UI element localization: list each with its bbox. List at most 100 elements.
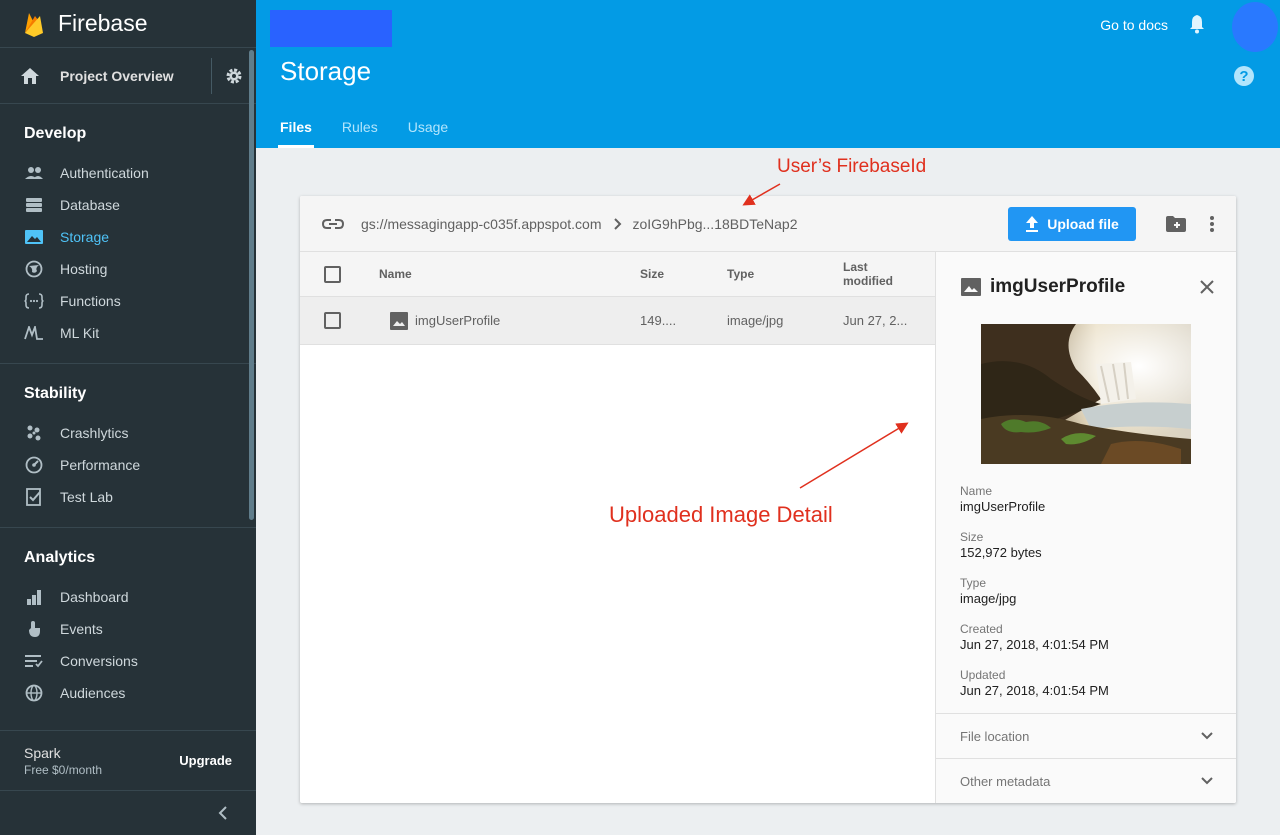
page-title: Storage <box>280 56 372 86</box>
file-modified: Jun 27, 2... <box>843 312 908 328</box>
other-metadata-expander[interactable]: Other metadata <box>936 758 1236 803</box>
firebase-logo-icon <box>25 12 43 37</box>
chevron-down-icon <box>1201 777 1213 785</box>
section-title-develop: Develop <box>24 125 87 142</box>
prop-size: Size 152,972 bytes <box>960 530 1109 560</box>
speedometer-icon <box>24 455 44 475</box>
sidebar-item-label: Dashboard <box>60 589 129 605</box>
user-avatar[interactable] <box>1232 2 1278 52</box>
notification-bell-icon[interactable] <box>1188 14 1206 39</box>
home-icon[interactable] <box>0 67 60 85</box>
sidebar-item-label: Functions <box>60 293 121 309</box>
tab-files[interactable]: Files <box>278 104 314 148</box>
detail-image-icon <box>961 278 981 296</box>
conversions-icon <box>24 651 44 671</box>
chevron-down-icon <box>1201 732 1213 740</box>
project-overview-link[interactable]: Project Overview <box>60 68 211 84</box>
prop-type: Type image/jpg <box>960 576 1109 606</box>
sidebar-item-label: Storage <box>60 229 110 245</box>
close-icon[interactable] <box>1200 280 1214 294</box>
more-vert-icon[interactable] <box>1210 215 1214 232</box>
prop-value: Jun 27, 2018, 4:01:54 PM <box>960 637 1109 652</box>
prop-name: Name imgUserProfile <box>960 484 1109 514</box>
table-header: Name Size Type Last modified <box>300 252 935 297</box>
sidebar-item-database[interactable]: Database <box>0 189 256 221</box>
folder-path-link[interactable]: zoIG9hPbg...18BDTeNap2 <box>632 216 797 232</box>
prop-updated: Updated Jun 27, 2018, 4:01:54 PM <box>960 668 1109 698</box>
people-icon <box>24 163 44 183</box>
touch-icon <box>24 619 44 639</box>
prop-key: Size <box>960 530 984 544</box>
analytics-section: Analytics Dashboard Events Conversions A… <box>0 528 256 723</box>
column-last-modified-line2: modified <box>843 274 893 288</box>
link-icon[interactable] <box>322 218 344 230</box>
bucket-path-link[interactable]: gs://messagingapp-c035f.appspot.com <box>361 216 601 232</box>
select-all-checkbox[interactable] <box>324 265 341 283</box>
sidebar-item-ml-kit[interactable]: ML Kit <box>0 317 256 349</box>
upload-file-button[interactable]: Upload file <box>1008 206 1136 241</box>
database-icon <box>24 195 44 215</box>
detail-title: imgUserProfile <box>990 276 1126 297</box>
bar-chart-icon <box>24 587 44 607</box>
sidebar-item-authentication[interactable]: Authentication <box>0 157 256 189</box>
row-checkbox[interactable] <box>324 312 341 329</box>
sidebar-item-functions[interactable]: Functions <box>0 285 256 317</box>
section-title-analytics: Analytics <box>24 549 96 566</box>
audiences-globe-icon <box>24 683 44 703</box>
sidebar-item-label: ML Kit <box>60 325 100 341</box>
sidebar-item-storage[interactable]: Storage <box>0 221 256 253</box>
prop-key: Updated <box>960 668 1006 682</box>
sidebar-item-label: Database <box>60 197 120 213</box>
sidebar-item-label: Test Lab <box>60 489 113 505</box>
table-row[interactable]: imgUserProfile 149.... image/jpg Jun 27,… <box>300 297 935 345</box>
sidebar-item-hosting[interactable]: Hosting <box>0 253 256 285</box>
develop-section: Develop Authentication Database Storage … <box>0 104 256 364</box>
prop-value: image/jpg <box>960 591 1017 606</box>
go-to-docs-link[interactable]: Go to docs <box>1100 17 1168 33</box>
sidebar-item-label: Audiences <box>60 685 126 701</box>
plan-box: Spark Free $0/month Upgrade <box>0 730 256 790</box>
help-icon[interactable]: ? <box>1234 66 1254 86</box>
detail-properties: Name imgUserProfile Size 152,972 bytes T… <box>960 484 1109 714</box>
column-last-modified[interactable]: Last modified <box>843 260 913 288</box>
sidebar-item-events[interactable]: Events <box>0 613 256 645</box>
sidebar-item-test-lab[interactable]: Test Lab <box>0 481 256 513</box>
sidebar-item-crashlytics[interactable]: Crashlytics <box>0 417 256 449</box>
sidebar-item-label: Hosting <box>60 261 108 277</box>
collapse-sidebar-button[interactable] <box>0 790 256 835</box>
chevron-right-icon <box>614 217 622 230</box>
file-type: image/jpg <box>727 313 784 328</box>
plan-info: Spark Free $0/month <box>24 745 179 777</box>
prop-value: 152,972 bytes <box>960 545 1042 560</box>
detail-header: imgUserProfile <box>936 252 1236 322</box>
section-title-stability: Stability <box>24 385 87 402</box>
ml-kit-icon <box>24 323 44 343</box>
prop-key: Created <box>960 622 1003 636</box>
files-table: Name Size Type Last modified imgUserProf… <box>300 252 935 345</box>
column-name[interactable]: Name <box>379 267 640 281</box>
annotation-firebase-id: User’s FirebaseId <box>777 156 927 177</box>
brand[interactable]: Firebase <box>0 0 256 48</box>
sidebar-item-audiences[interactable]: Audiences <box>0 677 256 709</box>
sidebar-item-conversions[interactable]: Conversions <box>0 645 256 677</box>
prop-key: Name <box>960 484 993 498</box>
upgrade-button[interactable]: Upgrade <box>179 753 232 768</box>
checklist-icon <box>24 487 44 507</box>
plan-name: Spark <box>24 744 61 761</box>
file-name: imgUserProfile <box>415 313 501 328</box>
new-folder-icon[interactable] <box>1166 215 1186 232</box>
chevron-left-icon <box>218 806 227 820</box>
sidebar-scrollbar[interactable] <box>249 50 254 520</box>
project-selector-redacted[interactable] <box>270 10 392 47</box>
tab-usage[interactable]: Usage <box>408 104 448 148</box>
annotation-image-detail: Uploaded Image Detail <box>609 502 833 527</box>
column-type[interactable]: Type <box>727 267 843 281</box>
file-location-expander[interactable]: File location <box>936 713 1236 758</box>
sidebar-item-performance[interactable]: Performance <box>0 449 256 481</box>
sidebar-item-label: Events <box>60 621 103 637</box>
prop-value: Jun 27, 2018, 4:01:54 PM <box>960 683 1109 698</box>
upload-file-label: Upload file <box>1047 215 1119 232</box>
tab-rules[interactable]: Rules <box>342 104 378 148</box>
sidebar-item-dashboard[interactable]: Dashboard <box>0 581 256 613</box>
column-size[interactable]: Size <box>640 267 727 281</box>
